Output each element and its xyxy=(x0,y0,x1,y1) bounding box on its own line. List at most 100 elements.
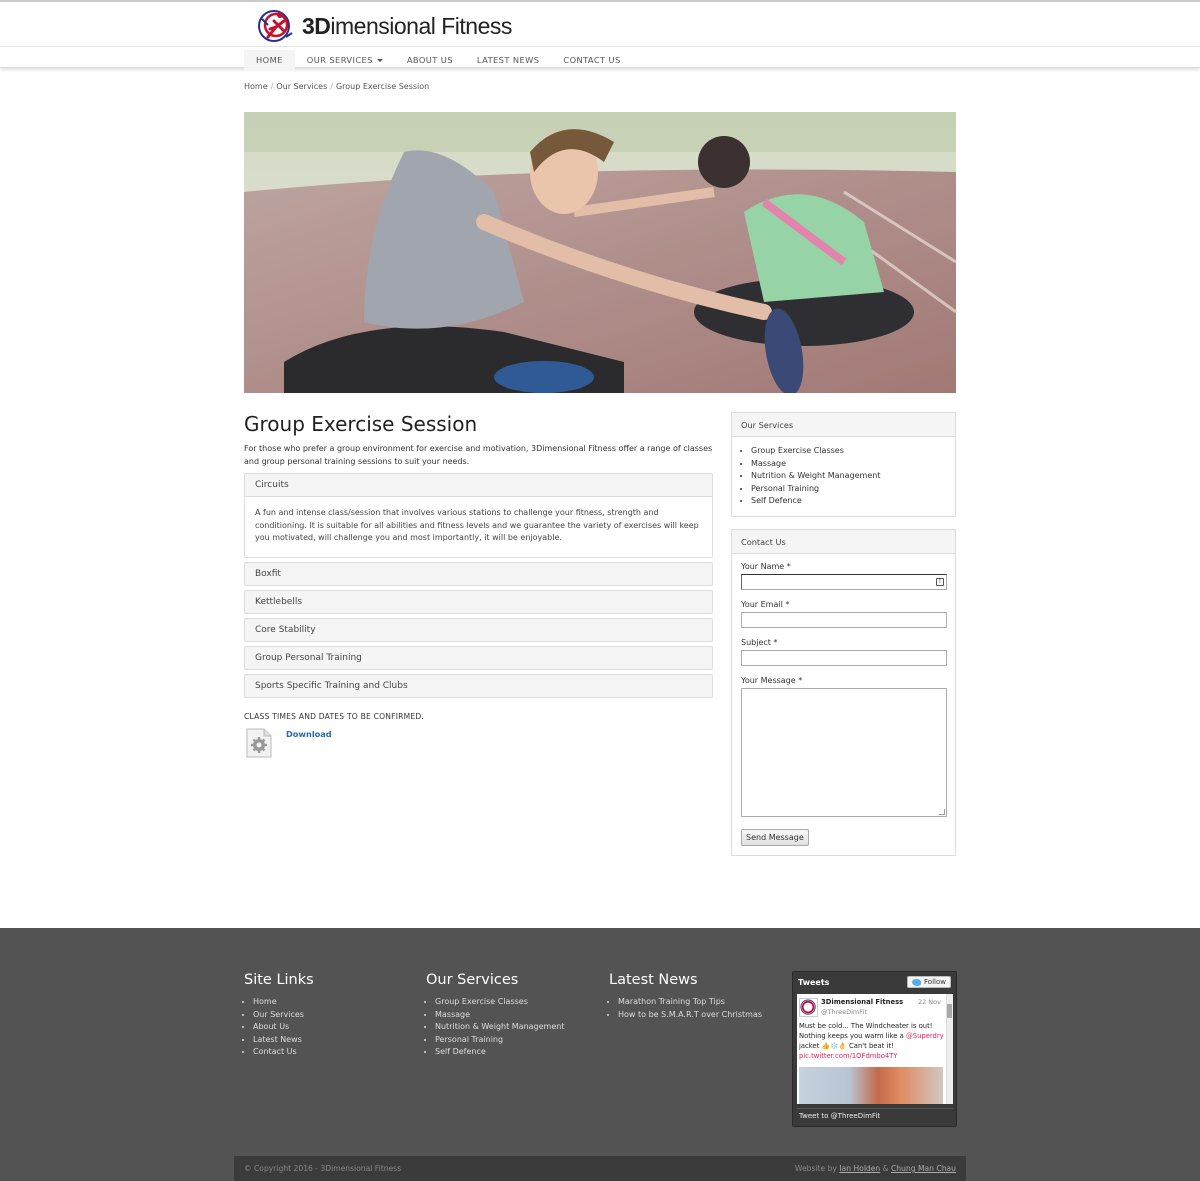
services-widget-title: Our Services xyxy=(732,413,955,437)
service-link-nutrition[interactable]: Nutrition & Weight Management xyxy=(751,470,945,483)
footer-link-about-us[interactable]: About Us xyxy=(253,1021,314,1034)
accordion-sports-specific: Sports Specific Training and Clubs xyxy=(244,673,713,698)
name-label: Your Name * xyxy=(741,561,791,571)
tweet-image[interactable] xyxy=(799,1067,943,1104)
footer-service-personal-training[interactable]: Personal Training xyxy=(435,1034,564,1047)
file-gear-icon[interactable] xyxy=(244,727,274,759)
tweet-text: Must be cold... The Windcheater is out! … xyxy=(799,1022,944,1060)
nav-latest-news[interactable]: LATEST NEWS xyxy=(465,50,551,70)
nav-home[interactable]: HOME xyxy=(244,50,295,70)
email-label: Your Email * xyxy=(741,599,790,609)
footer-services-title: Our Services xyxy=(426,972,519,988)
footer-link-contact-us[interactable]: Contact Us xyxy=(253,1046,314,1059)
footer-news-title: Latest News xyxy=(609,972,698,988)
subject-label: Subject * xyxy=(741,637,778,647)
main-nav: HOME OUR SERVICES ABOUT US LATEST NEWS C… xyxy=(244,50,633,70)
contact-form: Your Name * ! Your Email * Subject * You… xyxy=(732,554,955,855)
accordion-header-boxfit[interactable]: Boxfit xyxy=(245,563,712,585)
credit-link-ian-holden[interactable]: Ian Holden xyxy=(839,1164,880,1173)
contact-widget-title: Contact Us xyxy=(732,529,955,554)
tweet-avatar[interactable] xyxy=(799,998,818,1017)
footer-service-massage[interactable]: Massage xyxy=(435,1009,564,1022)
contact-widget: Contact Us Your Name * ! Your Email * Su… xyxy=(731,528,956,856)
tweet-scrollbar[interactable] xyxy=(946,994,953,1104)
accordion-header-sports-specific[interactable]: Sports Specific Training and Clubs xyxy=(245,675,712,697)
nav-contact-us[interactable]: CONTACT US xyxy=(551,50,632,70)
subject-field[interactable] xyxy=(741,649,947,666)
follow-button[interactable]: Follow xyxy=(907,976,951,988)
accordion-header-core-stability[interactable]: Core Stability xyxy=(245,619,712,641)
resize-handle-icon[interactable] xyxy=(939,808,945,815)
accordion-header-kettlebells[interactable]: Kettlebells xyxy=(245,591,712,613)
main-content: Group Exercise Session For those who pre… xyxy=(244,410,713,759)
autofill-key-icon[interactable]: ! xyxy=(936,577,944,586)
tweet-link[interactable]: pic.twitter.com/1OFdmbo4TY xyxy=(799,1052,897,1060)
breadcrumb-current: Group Exercise Session xyxy=(335,82,430,91)
breadcrumb-our-services[interactable]: Our Services xyxy=(276,82,327,91)
footer-link-our-services[interactable]: Our Services xyxy=(253,1009,314,1022)
logo-icon xyxy=(258,10,293,42)
services-list: Group Exercise Classes Massage Nutrition… xyxy=(732,437,955,516)
services-widget: Our Services Group Exercise Classes Mass… xyxy=(731,412,956,517)
credits: Website by Ian Holden & Chung Man Chau xyxy=(794,1164,956,1173)
breadcrumb-home[interactable]: Home xyxy=(244,82,268,91)
accordion-header-circuits[interactable]: Circuits xyxy=(245,474,712,496)
accordion-circuits: Circuits A fun and intense class/session… xyxy=(244,473,713,558)
send-message-button[interactable]: Send Message xyxy=(741,828,809,846)
intro-text: For those who prefer a group environment… xyxy=(244,444,713,466)
sidebar: Our Services Group Exercise Classes Mass… xyxy=(731,412,956,868)
site-footer: Site Links Home Our Services About Us La… xyxy=(0,928,1200,1181)
tweet-to-link[interactable]: Tweet to @ThreeDimFit xyxy=(797,1108,953,1122)
name-field[interactable]: ! xyxy=(741,573,947,590)
site-header: 3Dimensional Fitness HOME OUR SERVICES A… xyxy=(0,2,1200,70)
email-field[interactable] xyxy=(741,611,947,628)
credit-link-chung-man-chau[interactable]: Chung Man Chau xyxy=(891,1164,956,1173)
tweet-handle[interactable]: @ThreeDimFit xyxy=(821,1008,867,1016)
service-link-group-exercise[interactable]: Group Exercise Classes xyxy=(751,445,945,458)
accordion-header-group-personal-training[interactable]: Group Personal Training xyxy=(245,647,712,669)
copyright-text: © Copyright 2016 - 3Dimensional Fitness xyxy=(244,1164,402,1173)
footer-site-links: Site Links Home Our Services About Us La… xyxy=(244,972,314,1059)
service-link-self-defence[interactable]: Self Defence xyxy=(751,495,945,508)
breadcrumb: Home / Our Services / Group Exercise Session xyxy=(244,82,430,91)
accordion-kettlebells: Kettlebells xyxy=(244,589,713,614)
accordion-core-stability: Core Stability xyxy=(244,617,713,642)
page-title: Group Exercise Session xyxy=(244,412,478,436)
service-link-massage[interactable]: Massage xyxy=(751,458,945,471)
footer-link-home[interactable]: Home xyxy=(253,996,314,1009)
tweet-author[interactable]: 3Dimensional Fitness xyxy=(821,998,903,1006)
message-label: Your Message * xyxy=(741,675,803,685)
footer-services: Our Services Group Exercise Classes Mass… xyxy=(426,972,564,1059)
message-textarea[interactable] xyxy=(741,687,947,817)
tweet-date[interactable]: 22 Nov xyxy=(918,998,941,1006)
footer-news-marathon[interactable]: Marathon Training Top Tips xyxy=(618,996,762,1009)
footer-news-smart[interactable]: How to be S.M.A.R.T over Christmas xyxy=(618,1009,762,1022)
download-row: Download xyxy=(244,727,713,759)
nav-divider xyxy=(0,46,1200,47)
footer-service-group-exercise[interactable]: Group Exercise Classes xyxy=(435,996,564,1009)
footer-link-latest-news[interactable]: Latest News xyxy=(253,1034,314,1047)
tweets-title: Tweets xyxy=(798,977,830,987)
footer-service-nutrition[interactable]: Nutrition & Weight Management xyxy=(435,1021,564,1034)
footer-service-self-defence[interactable]: Self Defence xyxy=(435,1046,564,1059)
hero-photo xyxy=(244,112,956,393)
accordion-body-circuits: A fun and intense class/session that inv… xyxy=(245,496,712,557)
chevron-down-icon xyxy=(376,59,383,62)
nav-about-us[interactable]: ABOUT US xyxy=(395,50,465,70)
tweet-mention[interactable]: @Superdry xyxy=(906,1032,944,1040)
download-link[interactable]: Download xyxy=(286,729,332,739)
accordion-group-personal-training: Group Personal Training xyxy=(244,645,713,670)
accordion-boxfit: Boxfit xyxy=(244,561,713,586)
service-link-personal-training[interactable]: Personal Training xyxy=(751,483,945,496)
twitter-bird-icon xyxy=(912,978,922,986)
footer-site-links-title: Site Links xyxy=(244,972,314,988)
site-logo[interactable]: 3Dimensional Fitness xyxy=(254,8,512,44)
copyright-bar: © Copyright 2016 - 3Dimensional Fitness … xyxy=(234,1156,966,1181)
site-name: 3Dimensional Fitness xyxy=(302,12,512,39)
hero-image xyxy=(244,112,956,393)
tweet-timeline[interactable]: 3Dimensional Fitness @ThreeDimFit 22 Nov… xyxy=(797,994,953,1104)
nav-our-services[interactable]: OUR SERVICES xyxy=(295,50,395,70)
footer-news: Latest News Marathon Training Top Tips H… xyxy=(609,972,762,1021)
class-times-note: CLASS TIMES AND DATES TO BE CONFIRMED. xyxy=(244,711,425,721)
twitter-widget: Tweets Follow 3Dimensional Fitness @Thre… xyxy=(792,971,957,1127)
